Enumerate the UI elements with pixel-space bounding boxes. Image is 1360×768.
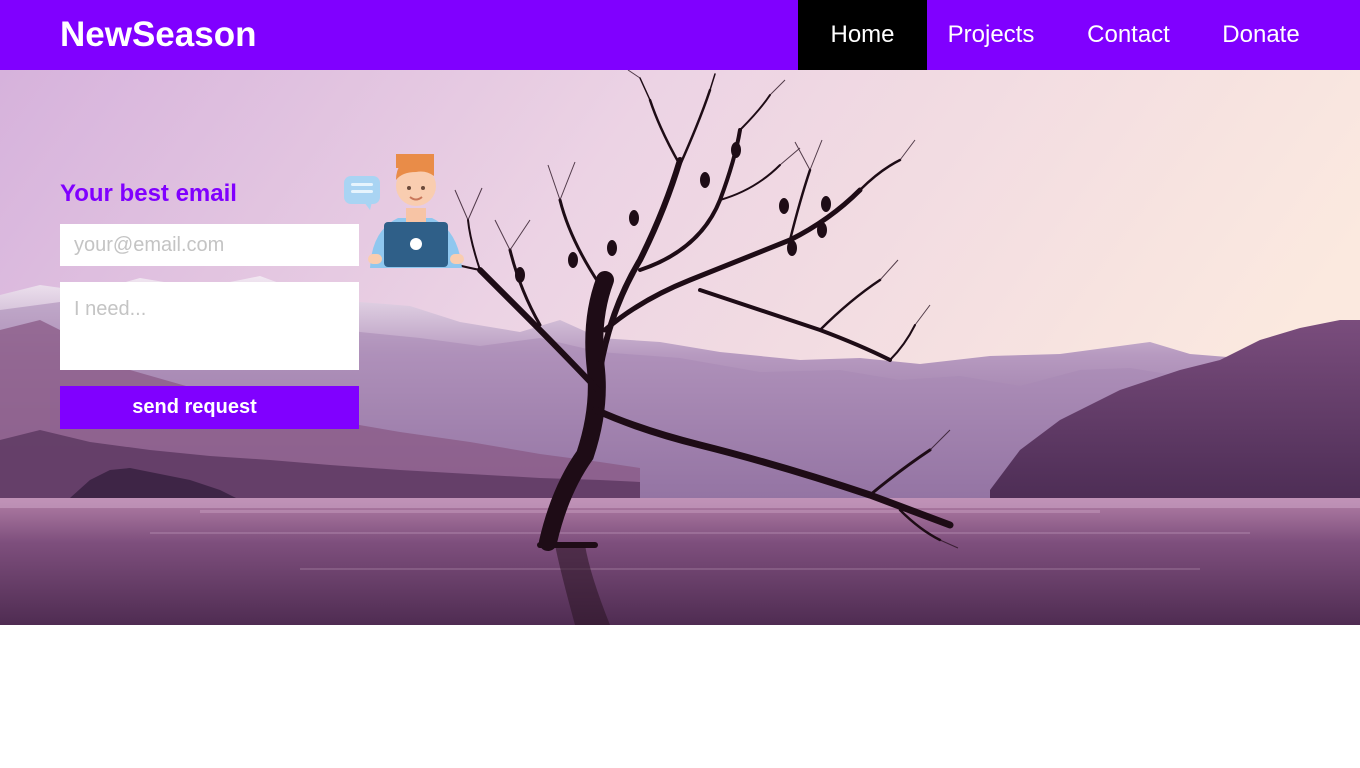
nav-item-home[interactable]: Home	[798, 0, 927, 70]
content-area	[0, 625, 1360, 768]
nav-item-projects[interactable]: Projects	[927, 0, 1055, 70]
need-textarea[interactable]	[60, 282, 359, 370]
email-input[interactable]	[60, 224, 359, 266]
brand-logo[interactable]: NewSeason	[60, 0, 256, 70]
send-request-button[interactable]: send request	[60, 386, 359, 429]
nav-item-donate[interactable]: Donate	[1202, 0, 1320, 70]
form-title: Your best email	[60, 180, 237, 207]
nav-item-contact[interactable]: Contact	[1055, 0, 1202, 70]
navbar: NewSeason Home Projects Contact Donate	[0, 0, 1360, 70]
hero-section: Your best email send request	[0, 70, 1360, 625]
